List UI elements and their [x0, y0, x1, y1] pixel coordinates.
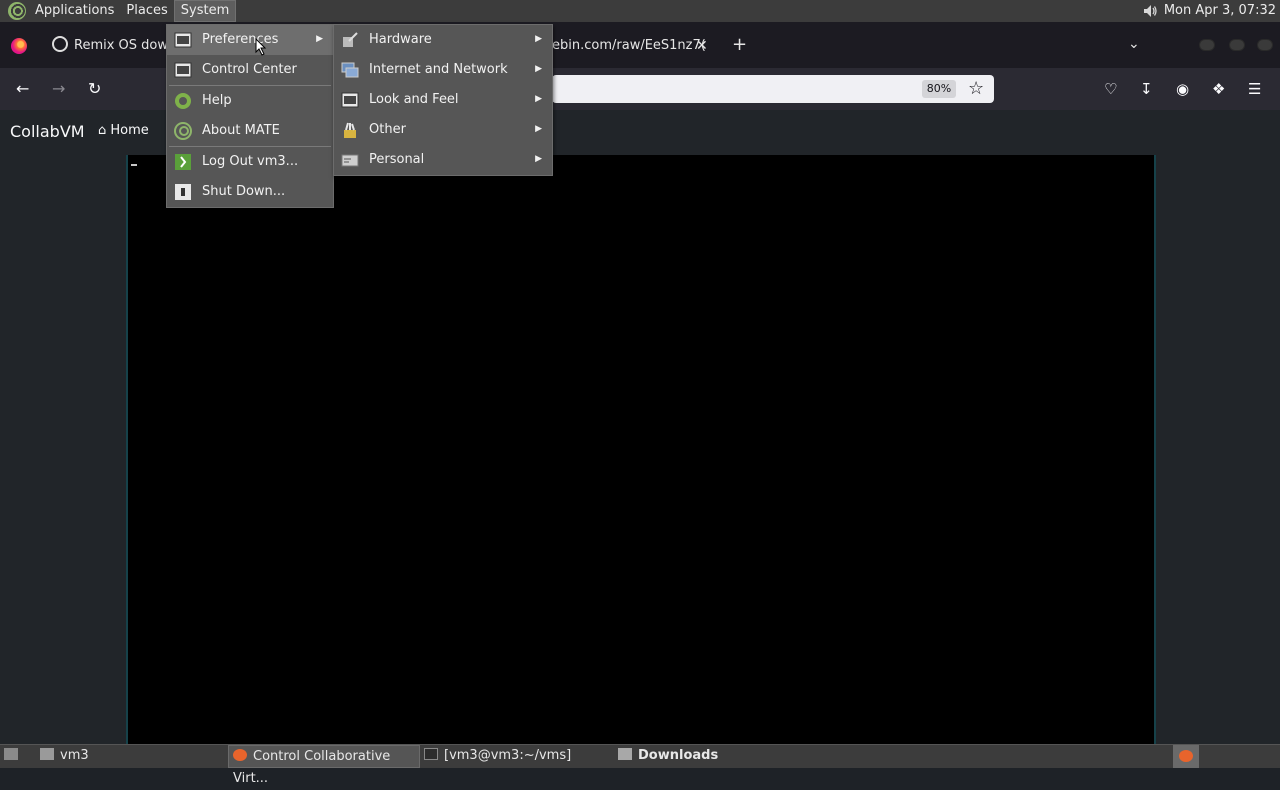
downloads-icon[interactable]: ↧	[1140, 80, 1153, 98]
menu-item-shut-down[interactable]: Shut Down...	[167, 177, 333, 207]
zoom-level-badge[interactable]: 80%	[922, 80, 956, 98]
menu-item-look-and-feel[interactable]: Look and Feel ▶	[334, 85, 552, 115]
chevron-down-icon[interactable]: ⌄	[1128, 36, 1140, 52]
forward-arrow-icon[interactable]: →	[52, 80, 65, 98]
menu-item-log-out[interactable]: Log Out vm3...	[167, 147, 333, 177]
submenu-arrow-icon: ▶	[535, 124, 542, 134]
tab-pastebin[interactable]: ebin.com/raw/EeS1nz7(	[552, 30, 706, 62]
menu-item-preferences[interactable]: Preferences ▶	[167, 25, 333, 55]
home-link-label: Home	[110, 123, 149, 138]
control-center-icon	[174, 62, 192, 78]
terminal-icon	[424, 748, 438, 760]
submenu-arrow-icon: ▶	[535, 94, 542, 104]
new-tab-button[interactable]: +	[732, 34, 747, 55]
submenu-arrow-icon: ▶	[316, 34, 323, 44]
preferences-icon	[174, 32, 192, 48]
submenu-arrow-icon: ▶	[535, 64, 542, 74]
applications-menu[interactable]: Applications	[29, 0, 120, 22]
folder-icon	[618, 748, 632, 760]
taskbar-item-firefox[interactable]: Control Collaborative Virt...	[228, 745, 420, 786]
volume-icon[interactable]	[1142, 3, 1158, 19]
firefox-icon	[11, 38, 27, 54]
network-icon	[341, 62, 359, 78]
text-cursor	[131, 164, 137, 166]
menu-item-help[interactable]: Help	[167, 86, 333, 116]
mouse-pointer-icon	[255, 38, 267, 56]
top-panel: Applications Places System Mon Apr 3, 07…	[0, 0, 1280, 22]
places-menu[interactable]: Places	[120, 0, 173, 22]
menu-item-control-center[interactable]: Control Center	[167, 55, 333, 85]
tab-title: Remix OS dow	[74, 38, 169, 53]
pocket-icon[interactable]: ♡	[1104, 80, 1117, 98]
menu-item-personal[interactable]: Personal ▶	[334, 145, 552, 175]
firefox-tray-icon[interactable]	[1173, 745, 1199, 768]
mate-logo-icon[interactable]	[8, 2, 26, 20]
submenu-arrow-icon: ▶	[535, 154, 542, 164]
site-brand[interactable]: CollabVM	[10, 122, 85, 141]
system-menu: Preferences ▶ Control Center Help About M…	[166, 24, 334, 208]
firefox-icon	[233, 749, 247, 761]
extensions-icon[interactable]: ❖	[1212, 80, 1225, 98]
bookmark-star-icon[interactable]: ☆	[968, 78, 984, 99]
preferences-submenu: Hardware ▶ Internet and Network ▶ Look and…	[333, 24, 553, 176]
show-desktop-icon[interactable]	[4, 745, 24, 768]
mate-logo-icon	[174, 122, 192, 140]
tab-title: ebin.com/raw/EeS1nz7(	[552, 38, 706, 53]
personal-icon	[341, 154, 359, 167]
shutdown-icon	[175, 184, 191, 200]
look-and-feel-icon	[341, 92, 359, 108]
workspace-label: vm3	[60, 748, 89, 763]
account-icon[interactable]: ◉	[1176, 80, 1189, 98]
maximize-button[interactable]	[1229, 39, 1245, 51]
tab-remix-os[interactable]: Remix OS dow	[52, 30, 168, 62]
reload-icon[interactable]: ↻	[88, 80, 101, 98]
tab-favicon-icon	[52, 36, 68, 52]
close-window-button[interactable]	[1257, 39, 1273, 51]
help-lifebuoy-icon	[175, 93, 191, 109]
other-icon	[344, 122, 356, 138]
taskbar-item-terminal[interactable]: [vm3@vm3:~/vms]	[424, 745, 571, 768]
taskbar-item-downloads[interactable]: Downloads	[618, 745, 718, 768]
home-icon: ⌂	[98, 123, 107, 138]
clock[interactable]: Mon Apr 3, 07:32	[1164, 0, 1276, 22]
hardware-icon	[343, 32, 358, 47]
close-tab-icon[interactable]: ✕	[696, 38, 708, 54]
back-arrow-icon[interactable]: ←	[16, 80, 29, 98]
folder-icon	[40, 748, 54, 760]
task-label: [vm3@vm3:~/vms]	[444, 748, 572, 763]
system-menu-button[interactable]: System	[173, 0, 237, 22]
workspace-switcher[interactable]: vm3	[40, 745, 89, 768]
home-nav-link[interactable]: ⌂ Home	[98, 123, 149, 138]
minimize-button[interactable]	[1199, 39, 1215, 51]
menu-item-hardware[interactable]: Hardware ▶	[334, 25, 552, 55]
menu-item-about-mate[interactable]: About MATE	[167, 116, 333, 146]
hamburger-menu-icon[interactable]: ☰	[1248, 80, 1261, 98]
menu-item-internet-and-network[interactable]: Internet and Network ▶	[334, 55, 552, 85]
submenu-arrow-icon: ▶	[535, 34, 542, 44]
task-label: Downloads	[638, 748, 719, 763]
menu-item-other[interactable]: Other ▶	[334, 115, 552, 145]
bottom-panel: vm3 Control Collaborative Virt... [vm3@v…	[0, 744, 1280, 786]
logout-icon	[175, 154, 191, 170]
vm-display[interactable]	[126, 155, 1156, 744]
